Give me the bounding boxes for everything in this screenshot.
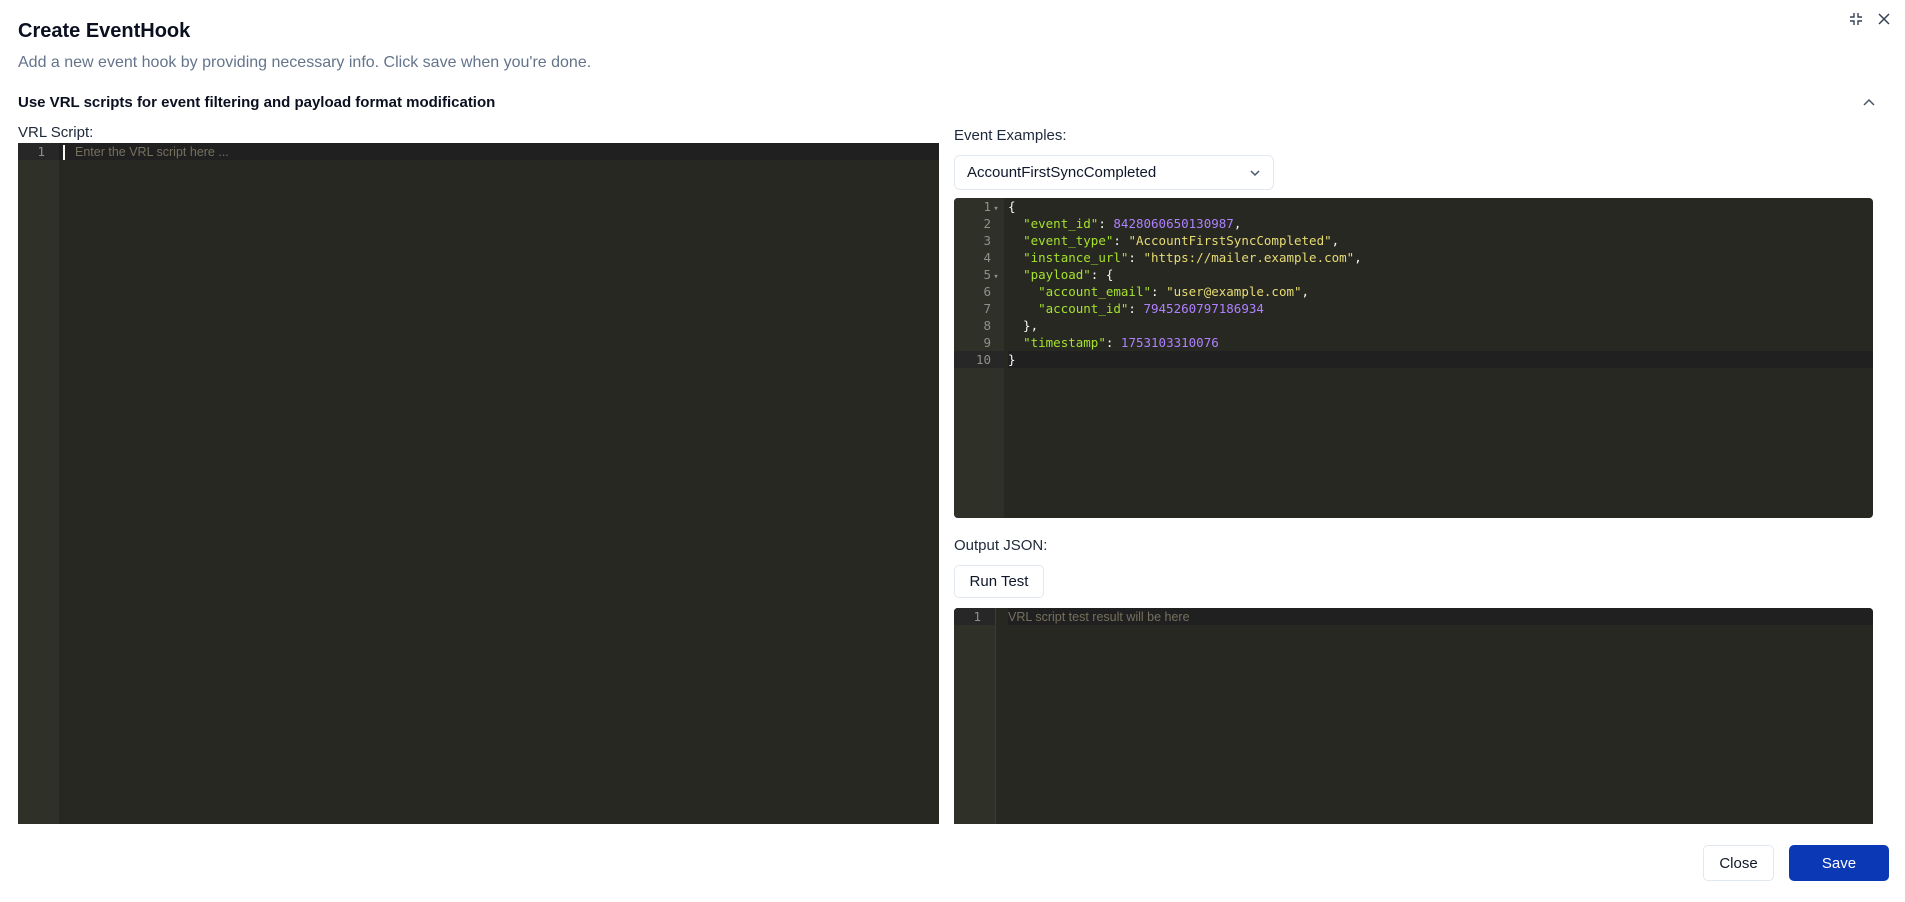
- code-line[interactable]: "event_id": 8428060650130987,: [1008, 215, 1873, 232]
- line-number: 1 ▾: [954, 198, 1004, 215]
- line-number: 8: [983, 318, 991, 333]
- minimize-icon[interactable]: [1847, 10, 1865, 28]
- code-line[interactable]: }: [1008, 351, 1873, 368]
- line-gutter: 1: [954, 608, 996, 824]
- close-icon[interactable]: [1875, 10, 1893, 28]
- event-type-select[interactable]: AccountFirstSyncCompleted: [954, 155, 1274, 190]
- code-line[interactable]: VRL script test result will be here: [1008, 608, 1873, 625]
- output-json-label: Output JSON:: [954, 537, 1048, 554]
- line-number: 10: [954, 351, 1004, 368]
- code-line[interactable]: "timestamp": 1753103310076: [1008, 334, 1873, 351]
- line-number: 3: [983, 233, 991, 248]
- code-line[interactable]: {: [1008, 198, 1873, 215]
- vrl-script-label: VRL Script:: [18, 124, 94, 141]
- save-button[interactable]: Save: [1789, 845, 1889, 881]
- line-number: 1: [18, 143, 59, 160]
- line-gutter: 1: [18, 143, 59, 824]
- event-examples-label: Event Examples:: [954, 127, 1067, 144]
- code-line[interactable]: "payload": {: [1008, 266, 1873, 283]
- line-number: 5 ▾: [954, 266, 1004, 283]
- output-json-editor[interactable]: 1 VRL script test result will be here: [954, 608, 1873, 824]
- chevron-down-icon: [1249, 164, 1261, 182]
- line-number: 4: [983, 250, 991, 265]
- line-number: 9: [983, 335, 991, 350]
- close-button[interactable]: Close: [1703, 845, 1774, 881]
- dialog-title: Create EventHook: [18, 20, 191, 42]
- vrl-section-header[interactable]: Use VRL scripts for event filtering and …: [18, 91, 1880, 113]
- window-controls: [1847, 10, 1893, 28]
- event-example-editor[interactable]: 1 ▾ 2 3 4 5 ▾ 6 7 8 9 10 { "event_id": 842…: [954, 198, 1873, 518]
- line-number: 1: [954, 608, 995, 625]
- code-line[interactable]: Enter the VRL script here ...: [59, 143, 939, 160]
- event-type-value: AccountFirstSyncCompleted: [967, 164, 1157, 181]
- chevron-up-icon[interactable]: [1858, 91, 1880, 113]
- line-number: 2: [983, 216, 991, 231]
- vrl-placeholder: Enter the VRL script here ...: [75, 145, 229, 159]
- line-number: 7: [983, 301, 991, 316]
- dialog-description: Add a new event hook by providing necess…: [18, 54, 592, 71]
- code-line[interactable]: "event_type": "AccountFirstSyncCompleted…: [1008, 232, 1873, 249]
- code-line[interactable]: "account_email": "user@example.com",: [1008, 283, 1873, 300]
- vrl-script-editor[interactable]: 1 Enter the VRL script here ...: [18, 143, 939, 824]
- line-number: 6: [983, 284, 991, 299]
- text-cursor: [63, 145, 65, 160]
- code-line[interactable]: "account_id": 7945260797186934: [1008, 300, 1873, 317]
- code-line[interactable]: },: [1008, 317, 1873, 334]
- code-line[interactable]: "instance_url": "https://mailer.example.…: [1008, 249, 1873, 266]
- line-gutter: 1 ▾ 2 3 4 5 ▾ 6 7 8 9 10: [954, 198, 1004, 518]
- output-placeholder: VRL script test result will be here: [1008, 610, 1190, 624]
- section-title: Use VRL scripts for event filtering and …: [18, 93, 496, 111]
- run-test-button[interactable]: Run Test: [954, 565, 1044, 598]
